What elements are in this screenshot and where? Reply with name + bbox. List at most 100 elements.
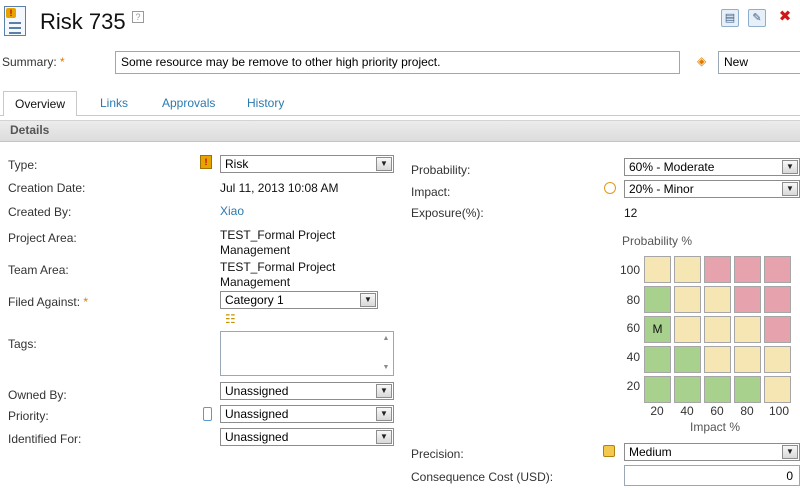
team-area-value: TEST_Formal Project Management xyxy=(220,260,336,289)
risk-icon: ! xyxy=(4,6,26,36)
matrix-cell xyxy=(734,316,761,343)
risk-type-icon: ! xyxy=(200,155,212,169)
probability-dropdown-icon[interactable]: ▼ xyxy=(782,160,798,174)
tab-links[interactable]: Links xyxy=(100,96,128,110)
priority-value: Unassigned xyxy=(225,407,289,421)
state-field[interactable]: New xyxy=(718,51,800,74)
matrix-cell xyxy=(764,256,791,283)
y-tick: 80 xyxy=(626,293,640,307)
scroll-up-icon[interactable]: ▲ xyxy=(381,334,391,344)
print-icon[interactable]: ▤ xyxy=(721,9,739,27)
x-tick: 20 xyxy=(650,404,664,418)
y-tick: 60 xyxy=(626,321,640,335)
y-tick: 100 xyxy=(619,263,640,277)
creation-date-value: Jul 11, 2013 10:08 AM xyxy=(220,181,339,195)
probability-label: Probability: xyxy=(411,163,471,177)
probability-value: 60% - Moderate xyxy=(629,160,715,174)
summary-input[interactable]: Some resource may be remove to other hig… xyxy=(115,51,680,74)
priority-dropdown-icon[interactable]: ▼ xyxy=(376,407,392,421)
delete-icon[interactable]: ✖ xyxy=(776,9,794,27)
consequence-cost-label: Consequence Cost (USD): xyxy=(411,470,554,484)
edit-icon[interactable]: ✎ xyxy=(748,9,766,27)
type-select[interactable]: Risk xyxy=(220,155,394,173)
summary-label: Summary: * xyxy=(2,55,65,69)
owned-by-select[interactable]: Unassigned xyxy=(220,382,394,400)
project-area-label: Project Area: xyxy=(8,231,77,245)
type-dropdown-icon[interactable]: ▼ xyxy=(376,157,392,171)
page-title: Risk 735 xyxy=(40,9,126,34)
matrix-cell xyxy=(674,256,701,283)
created-by-link[interactable]: Xiao xyxy=(220,204,244,218)
matrix-cell: M xyxy=(644,316,671,343)
scroll-down-icon[interactable]: ▼ xyxy=(381,363,391,373)
identified-for-label: Identified For: xyxy=(8,432,82,446)
y-tick: 40 xyxy=(626,350,640,364)
filed-against-select[interactable]: Category 1 xyxy=(220,291,378,309)
owned-by-value: Unassigned xyxy=(225,384,289,398)
matrix-cell xyxy=(704,346,731,373)
details-section-title: Details xyxy=(10,123,50,137)
filed-against-dropdown-icon[interactable]: ▼ xyxy=(360,293,376,307)
tab-overview[interactable]: Overview xyxy=(3,91,77,116)
filed-against-value: Category 1 xyxy=(225,293,284,307)
matrix-cell xyxy=(734,346,761,373)
help-icon[interactable]: ? xyxy=(132,11,144,23)
precision-label: Precision: xyxy=(411,447,464,461)
matrix-cell xyxy=(764,346,791,373)
type-label: Type: xyxy=(8,158,38,172)
impact-select[interactable]: 20% - Minor xyxy=(624,180,800,198)
risk-matrix: M xyxy=(644,256,794,406)
matrix-cell xyxy=(734,376,761,403)
precision-icon xyxy=(603,445,615,457)
matrix-cell xyxy=(644,346,671,373)
priority-icon xyxy=(203,407,212,421)
impact-dropdown-icon[interactable]: ▼ xyxy=(782,182,798,196)
identified-for-value: Unassigned xyxy=(225,430,289,444)
matrix-cell xyxy=(734,286,761,313)
x-tick: 80 xyxy=(740,404,754,418)
owned-by-label: Owned By: xyxy=(8,388,67,402)
matrix-cell xyxy=(704,376,731,403)
priority-select[interactable]: Unassigned xyxy=(220,405,394,423)
impact-circle-icon xyxy=(604,182,616,194)
matrix-cell xyxy=(674,376,701,403)
type-value: Risk xyxy=(225,157,249,171)
matrix-cell xyxy=(704,316,731,343)
x-tick: 60 xyxy=(710,404,724,418)
exposure-value: 12 xyxy=(624,206,638,220)
matrix-cell xyxy=(674,286,701,313)
matrix-y-title: Probability % xyxy=(622,234,693,248)
tab-history[interactable]: History xyxy=(247,96,284,110)
exposure-label: Exposure(%): xyxy=(411,206,484,220)
matrix-cell xyxy=(734,256,761,283)
impact-label: Impact: xyxy=(411,185,451,199)
matrix-cell xyxy=(674,316,701,343)
precision-dropdown-icon[interactable]: ▼ xyxy=(782,445,798,459)
x-tick: 100 xyxy=(768,404,790,418)
priority-label: Priority: xyxy=(8,409,49,423)
matrix-cell xyxy=(764,316,791,343)
matrix-cell xyxy=(674,346,701,373)
identified-for-select[interactable]: Unassigned xyxy=(220,428,394,446)
probability-select[interactable]: 60% - Moderate xyxy=(624,158,800,176)
x-tick: 40 xyxy=(680,404,694,418)
category-picker-icon[interactable]: ☷ xyxy=(225,312,241,326)
matrix-cell xyxy=(644,256,671,283)
precision-value: Medium xyxy=(629,445,672,459)
tags-textarea[interactable]: ▲ ▼ xyxy=(220,331,394,376)
state-new-icon: ◈ xyxy=(697,54,707,68)
matrix-cell xyxy=(764,376,791,403)
matrix-cell xyxy=(644,376,671,403)
matrix-x-title: Impact % xyxy=(690,420,741,434)
consequence-cost-input[interactable]: 0 xyxy=(624,465,800,486)
tab-approvals[interactable]: Approvals xyxy=(162,96,215,110)
y-tick: 20 xyxy=(626,379,640,393)
matrix-cell xyxy=(704,286,731,313)
matrix-cell xyxy=(704,256,731,283)
project-area-value: TEST_Formal Project Management xyxy=(220,228,336,257)
team-area-label: Team Area: xyxy=(8,263,69,277)
owned-by-dropdown-icon[interactable]: ▼ xyxy=(376,384,392,398)
precision-select[interactable]: Medium xyxy=(624,443,800,461)
tags-label: Tags: xyxy=(8,337,37,351)
identified-for-dropdown-icon[interactable]: ▼ xyxy=(376,430,392,444)
